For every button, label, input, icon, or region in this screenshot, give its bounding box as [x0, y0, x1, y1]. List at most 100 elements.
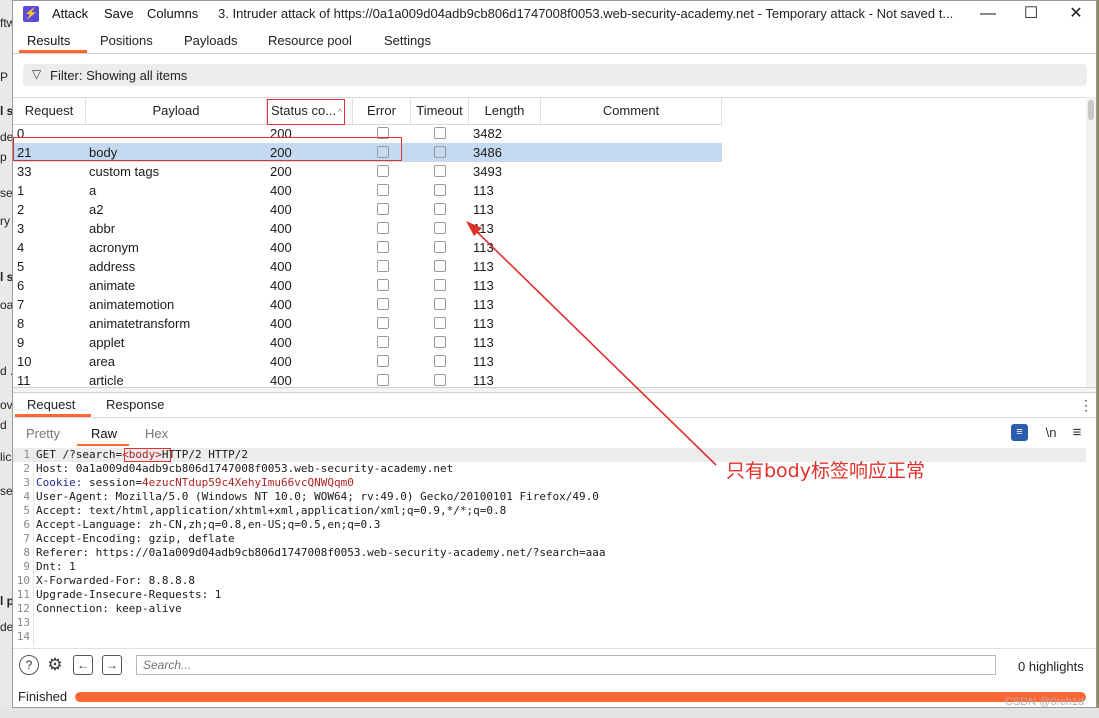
table-row[interactable]: 9 applet 400 113: [13, 333, 722, 352]
error-checkbox: [377, 184, 389, 196]
cell-payload: address: [89, 259, 136, 274]
error-checkbox: [377, 203, 389, 215]
menu-columns[interactable]: Columns: [147, 6, 198, 21]
wrap-lines-icon[interactable]: ≡: [1011, 424, 1028, 441]
tab-positions[interactable]: Positions: [100, 33, 153, 48]
hamburger-menu-icon[interactable]: ≡: [1067, 424, 1087, 442]
background-bottom-edge: [0, 708, 1099, 718]
back-arrow-icon[interactable]: ←: [73, 655, 93, 675]
minimize-icon[interactable]: —: [973, 3, 1003, 25]
cell-request: 3: [17, 221, 25, 236]
help-icon[interactable]: ?: [19, 655, 39, 675]
line-text: Accept: text/html,application/xhtml+xml,…: [36, 504, 506, 518]
cell-request: 2: [17, 202, 25, 217]
cell-request: 11: [17, 373, 31, 388]
column-header-length[interactable]: Length: [469, 98, 541, 124]
table-row[interactable]: 5 address 400 113: [13, 257, 722, 276]
cell-status: 400: [270, 259, 292, 274]
cell-status: 400: [270, 240, 292, 255]
line-text: Upgrade-Insecure-Requests: 1: [36, 588, 221, 602]
line-segment-pre: session=: [88, 476, 142, 489]
tab-settings[interactable]: Settings: [384, 33, 431, 48]
cell-length: 113: [473, 373, 494, 388]
view-mode-tabs: Pretty Raw Hex: [13, 422, 1096, 446]
line-number: 9: [23, 560, 30, 573]
line-number: 2: [23, 462, 30, 475]
column-header-comment[interactable]: Comment: [541, 98, 722, 124]
gear-icon[interactable]: ⚙: [45, 655, 65, 675]
tab-raw[interactable]: Raw: [91, 426, 117, 441]
line-segment-pre: Accept: text/html,application/xhtml+xml,…: [36, 504, 507, 517]
cell-request: 4: [17, 240, 25, 255]
raw-request-editor[interactable]: 1 GET /?search=<body>HTTP/2 HTTP/2 2 Host: …: [13, 448, 1086, 646]
editor-line: 7 Accept-Encoding: gzip, deflate: [13, 532, 1086, 546]
column-header-error[interactable]: Error: [353, 98, 411, 124]
tab-resource-pool[interactable]: Resource pool: [268, 33, 352, 48]
table-row[interactable]: 8 animatetransform 400 113: [13, 314, 722, 333]
table-row[interactable]: 2 a2 400 113: [13, 200, 722, 219]
scrollbar-thumb[interactable]: [1088, 100, 1094, 120]
cell-payload: custom tags: [89, 164, 160, 179]
tab-results[interactable]: Results: [27, 33, 70, 48]
filter-bar[interactable]: ▽ Filter: Showing all items: [23, 64, 1087, 86]
table-row[interactable]: 7 animatemotion 400 113: [13, 295, 722, 314]
table-row[interactable]: 11 article 400 113: [13, 371, 722, 388]
results-scrollbar[interactable]: [1086, 97, 1096, 387]
editor-line: 4 User-Agent: Mozilla/5.0 (Windows NT 10.…: [13, 490, 1086, 504]
cell-length: 113: [473, 278, 494, 293]
cell-payload: applet: [89, 335, 125, 350]
cell-request: 10: [17, 354, 32, 369]
cell-request: 33: [17, 164, 32, 179]
cell-length: 113: [473, 335, 494, 350]
error-checkbox: [377, 165, 389, 177]
cell-length: 3482: [473, 126, 502, 141]
cell-length: 113: [473, 354, 494, 369]
maximize-icon[interactable]: ☐: [1016, 3, 1046, 25]
timeout-checkbox: [434, 127, 446, 139]
cell-length: 113: [473, 183, 494, 198]
tab-response[interactable]: Response: [106, 397, 165, 412]
more-options-icon[interactable]: ⋮: [1079, 397, 1093, 414]
title-bar: ⚡ Attack Save Columns 3. Intruder attack…: [13, 1, 1096, 27]
editor-line: 6 Accept-Language: zh-CN,zh;q=0.8,en-US;q…: [13, 518, 1086, 532]
highlights-count: 0 highlights: [1018, 659, 1084, 674]
column-header-timeout[interactable]: Timeout: [411, 98, 469, 124]
close-icon[interactable]: ✕: [1061, 3, 1091, 25]
line-number: 1: [23, 448, 30, 461]
table-row[interactable]: 4 acronym 400 113: [13, 238, 722, 257]
table-row[interactable]: 1 a 400 113: [13, 181, 722, 200]
line-segment-pre: User-Agent: Mozilla/5.0 (Windows NT 10.0…: [36, 490, 599, 503]
menu-save[interactable]: Save: [104, 6, 134, 21]
cell-status: 400: [270, 297, 292, 312]
error-checkbox: [377, 374, 389, 386]
editor-line: 11 Upgrade-Insecure-Requests: 1: [13, 588, 1086, 602]
column-header-request[interactable]: Request: [13, 98, 86, 124]
window-title: 3. Intruder attack of https://0a1a009d04…: [218, 6, 954, 21]
editor-line: 3 Cookie: session=4ezucNTdup59c4XehyImu66…: [13, 476, 1086, 490]
search-input[interactable]: [136, 655, 996, 675]
forward-arrow-icon[interactable]: →: [102, 655, 122, 675]
tab-hex[interactable]: Hex: [145, 426, 168, 441]
table-row[interactable]: 3 abbr 400 113: [13, 219, 722, 238]
timeout-checkbox: [434, 336, 446, 348]
newline-toggle-icon[interactable]: \n: [1041, 424, 1061, 442]
cell-length: 113: [473, 316, 494, 331]
table-row[interactable]: 10 area 400 113: [13, 352, 722, 371]
timeout-checkbox: [434, 317, 446, 329]
cell-status: 200: [270, 164, 292, 179]
cell-request: 7: [17, 297, 25, 312]
table-row[interactable]: 6 animate 400 113: [13, 276, 722, 295]
line-number: 6: [23, 518, 30, 531]
timeout-checkbox: [434, 165, 446, 177]
tab-request[interactable]: Request: [27, 397, 75, 412]
table-row[interactable]: 33 custom tags 200 3493: [13, 162, 722, 181]
menu-attack[interactable]: Attack: [52, 6, 88, 21]
editor-line: 12 Connection: keep-alive: [13, 602, 1086, 616]
tab-payloads[interactable]: Payloads: [184, 33, 237, 48]
timeout-checkbox: [434, 184, 446, 196]
cell-length: 113: [473, 240, 494, 255]
column-header-payload[interactable]: Payload: [86, 98, 267, 124]
attack-progress-bar: [75, 692, 1086, 702]
tab-pretty[interactable]: Pretty: [26, 426, 60, 441]
line-number: 12: [16, 602, 30, 615]
